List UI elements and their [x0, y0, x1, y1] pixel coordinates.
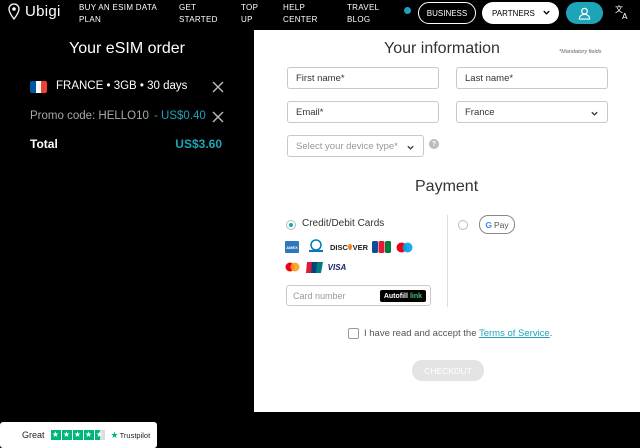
last-name-field[interactable]: Last name*	[456, 67, 608, 89]
star-icon: ★	[61, 430, 72, 440]
info-title: Your information	[384, 40, 500, 57]
gpay-option[interactable]: G Pay	[479, 215, 515, 234]
trustpilot-stars: ★ ★ ★ ★ ★	[50, 430, 105, 440]
terms-checkbox[interactable]	[348, 328, 359, 339]
diners-club-icon	[307, 239, 325, 252]
card-number-input[interactable]: Card number Autofill link	[286, 285, 431, 306]
france-flag-icon	[30, 81, 47, 93]
remove-promo-icon[interactable]	[212, 111, 224, 123]
country-value: France	[465, 106, 495, 118]
autofill-link-button[interactable]: Autofill link	[379, 290, 426, 302]
partners-label: PARTNERS	[492, 8, 535, 18]
total-value: US$3.60	[175, 137, 222, 151]
mastercard-icon	[285, 261, 300, 273]
last-name-placeholder: Last name*	[465, 72, 514, 84]
email-placeholder: Email*	[296, 106, 324, 118]
device-type-select[interactable]: Select your device type*	[287, 135, 424, 157]
nav-buy-esim[interactable]: Buy an eSIM data plan	[79, 2, 159, 26]
nav-travel-blog[interactable]: Travel blog	[347, 2, 387, 26]
chevron-down-icon	[407, 145, 414, 150]
location-pin-icon	[8, 3, 20, 20]
promo-row: Promo code: HELLO10 - US$0.40	[30, 110, 230, 124]
nav-help-center[interactable]: Help center	[283, 2, 323, 26]
payment-title: Payment	[415, 178, 479, 195]
checkout-button[interactable]: CHECKOUT	[412, 360, 484, 381]
payment-divider	[447, 215, 448, 307]
user-icon	[578, 7, 591, 20]
account-button[interactable]	[566, 2, 603, 24]
remove-plan-icon[interactable]	[212, 81, 224, 93]
partners-dropdown[interactable]: PARTNERS	[482, 2, 559, 24]
order-summary-panel: Your eSIM order FRANCE • 3GB • 30 days P…	[0, 30, 254, 412]
chevron-down-icon	[591, 111, 598, 116]
autofill-label: Autofill	[383, 292, 408, 300]
terms-suffix: .	[549, 328, 553, 339]
visa-icon: VISA	[327, 262, 347, 272]
order-plan-row: FRANCE • 3GB • 30 days	[30, 80, 230, 94]
business-button[interactable]: BUSINESS	[418, 2, 476, 24]
device-help-icon[interactable]: ?	[429, 139, 439, 149]
credit-card-radio[interactable]	[286, 220, 296, 230]
email-field[interactable]: Email*	[287, 101, 439, 123]
order-title: Your eSIM order	[69, 40, 185, 57]
star-icon: ★	[72, 430, 83, 440]
first-name-placeholder: First name*	[296, 72, 345, 84]
terms-prefix: I have read and accept the	[364, 328, 479, 339]
nav-top-up[interactable]: Top up	[241, 2, 267, 26]
discover-icon: DISC VER	[330, 242, 368, 252]
gpay-label: Pay	[493, 219, 509, 230]
star-icon: ★	[50, 430, 61, 440]
trustpilot-rating-word: Great	[22, 430, 45, 440]
plan-description: FRANCE • 3GB • 30 days	[56, 80, 188, 92]
translate-icon[interactable]: 文 A	[614, 4, 630, 20]
device-type-placeholder: Select your device type*	[296, 140, 398, 152]
brand-name: Ubigi	[25, 3, 61, 20]
terms-text: I have read and accept the Terms of Serv…	[364, 328, 552, 339]
trustpilot-widget[interactable]: Great ★ ★ ★ ★ ★ ★ Trustpilot	[0, 422, 157, 448]
google-g-icon: G	[485, 219, 492, 230]
checkout-form-panel: Your information *Mandatory fields First…	[254, 30, 640, 412]
total-row: Total US$3.60	[30, 137, 230, 151]
promo-discount: - US$0.40	[154, 110, 206, 122]
link-brand: link	[409, 292, 422, 300]
top-nav: Ubigi Buy an eSIM data plan Get started …	[0, 0, 640, 30]
amex-icon: AMEX	[285, 241, 299, 253]
half-star-icon: ★	[94, 430, 105, 440]
total-label: Total	[30, 137, 58, 151]
promo-code-label: Promo code: HELLO10	[30, 110, 149, 122]
gpay-radio[interactable]	[458, 220, 468, 230]
svg-text:A: A	[622, 12, 628, 20]
trustpilot-brand-name: Trustpilot	[119, 430, 151, 440]
unionpay-icon	[306, 261, 323, 273]
card-number-placeholder: Card number	[293, 290, 346, 301]
mandatory-note: *Mandatory fields	[559, 49, 602, 55]
star-icon: ★	[83, 430, 94, 440]
first-name-field[interactable]: First name*	[287, 67, 439, 89]
credit-card-label[interactable]: Credit/Debit Cards	[302, 218, 384, 229]
jcb-icon	[372, 241, 391, 253]
nav-get-started[interactable]: Get started	[179, 2, 223, 26]
trustpilot-star-icon: ★	[110, 429, 119, 440]
notification-dot	[404, 7, 411, 14]
chevron-down-icon	[543, 10, 550, 15]
trustpilot-brand: ★ Trustpilot	[111, 430, 151, 441]
brand-logo[interactable]: Ubigi	[8, 3, 61, 20]
country-select[interactable]: France	[456, 101, 608, 123]
maestro-icon	[396, 241, 413, 253]
terms-of-service-link[interactable]: Terms of Service	[479, 328, 550, 339]
